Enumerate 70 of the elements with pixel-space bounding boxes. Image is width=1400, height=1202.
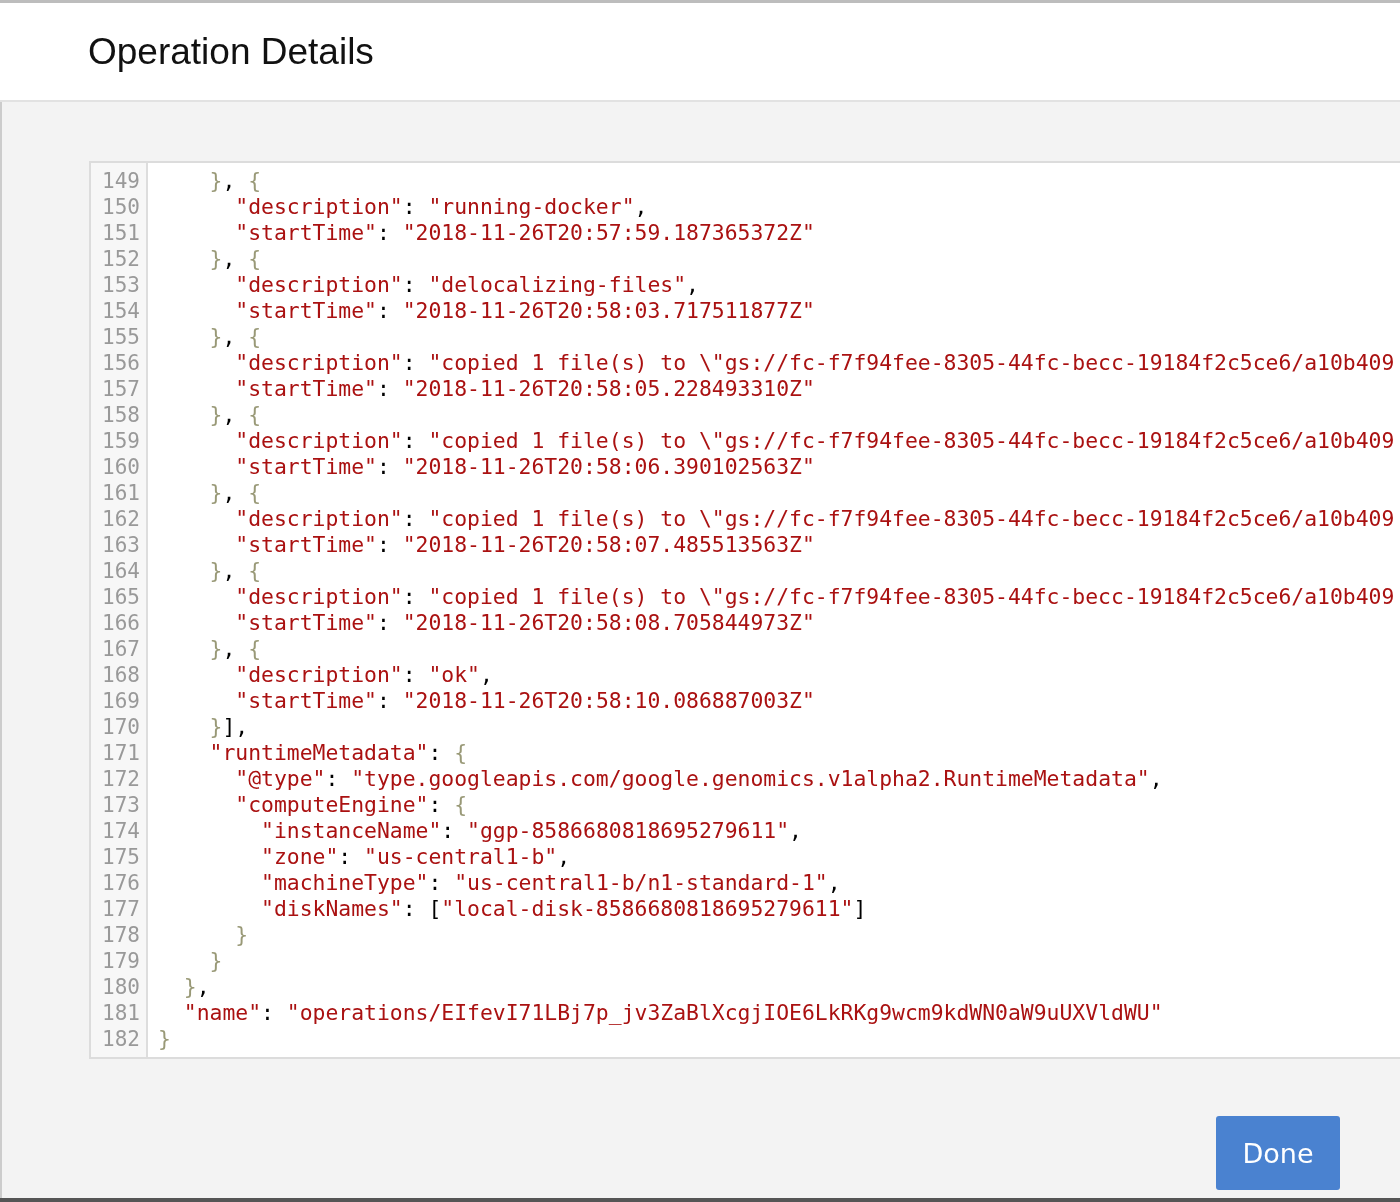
code-line: }: [234, 922, 250, 948]
code-line: }: [158, 1026, 172, 1052]
code-line: "startTime": "2018-11-26T20:58:05.228493310Z": [234, 376, 816, 402]
line-number: 157: [101, 376, 141, 402]
line-number: 167: [101, 636, 141, 662]
line-number: 166: [101, 610, 141, 636]
code-line: "description": "running-docker",: [234, 194, 649, 220]
code-line: "startTime": "2018-11-26T20:58:06.390102563Z": [234, 454, 816, 480]
line-number: 179: [101, 948, 141, 974]
line-number: 155: [101, 324, 141, 350]
code-line: }, {: [208, 480, 263, 506]
code-line: }, {: [208, 324, 263, 350]
line-number: 172: [101, 766, 141, 792]
line-number: 180: [101, 974, 141, 1000]
code-line: "runtimeMetadata": {: [208, 740, 469, 766]
code-line: }: [208, 948, 224, 974]
line-number: 160: [101, 454, 141, 480]
code-line: "@type": "type.googleapis.com/google.genomics.v1alpha2.RuntimeMetadata",: [234, 766, 1164, 792]
line-number: 182: [101, 1026, 141, 1052]
line-number: 178: [101, 922, 141, 948]
code-line: "machineType": "us-central1-b/n1-standard-1",: [260, 870, 842, 896]
line-number: 169: [101, 688, 141, 714]
line-number: 153: [101, 272, 141, 298]
code-line: }, {: [208, 558, 263, 584]
line-number: 174: [101, 818, 141, 844]
code-line: "startTime": "2018-11-26T20:57:59.187365372Z": [234, 220, 816, 246]
code-line: "zone": "us-central1-b",: [260, 844, 572, 870]
code-line: "name": "operations/EIfevI71LBj7p_jv3ZaBlXcgjIOE6LkRKg9wcm9kdWN0aW9uUXVldWU": [182, 1000, 1164, 1026]
line-number: 170: [101, 714, 141, 740]
code-line: "startTime": "2018-11-26T20:58:10.086887003Z": [234, 688, 816, 714]
line-number: 173: [101, 792, 141, 818]
line-number: 151: [101, 220, 141, 246]
code-line: "startTime": "2018-11-26T20:58:07.485513563Z": [234, 532, 816, 558]
code-line: "description": "copied 1 file(s) to \"gs://fc-f7f94fee-8305-44fc-becc-19184f2c5ce6/a10b409: [234, 428, 1396, 454]
line-number: 164: [101, 558, 141, 584]
line-number: 181: [101, 1000, 141, 1026]
line-number: 158: [101, 402, 141, 428]
code-line: "computeEngine": {: [234, 792, 469, 818]
code-line: "description": "copied 1 file(s) to \"gs://fc-f7f94fee-8305-44fc-becc-19184f2c5ce6/a10b409: [234, 506, 1396, 532]
code-line: }, {: [208, 246, 263, 272]
code-line: }, {: [208, 636, 263, 662]
line-number: 152: [101, 246, 141, 272]
line-number: 150: [101, 194, 141, 220]
code-line: "startTime": "2018-11-26T20:58:08.705844973Z": [234, 610, 816, 636]
line-number: 177: [101, 896, 141, 922]
code-line: }],: [208, 714, 250, 740]
line-number: 163: [101, 532, 141, 558]
line-number: 171: [101, 740, 141, 766]
line-number: 165: [101, 584, 141, 610]
code-line: "description": "copied 1 file(s) to \"gs://fc-f7f94fee-8305-44fc-becc-19184f2c5ce6/a10b409: [234, 584, 1396, 610]
dialog-title: Operation Details: [88, 30, 374, 73]
code-line: "description": "delocalizing-files",: [234, 272, 700, 298]
line-number: 159: [101, 428, 141, 454]
line-number: 154: [101, 298, 141, 324]
code-line: "diskNames": ["local-disk-8586680818695279611"]: [260, 896, 868, 922]
done-button[interactable]: Done: [1216, 1116, 1340, 1190]
code-line: "instanceName": "ggp-8586680818695279611",: [260, 818, 803, 844]
code-line: },: [182, 974, 211, 1000]
code-line: }, {: [208, 402, 263, 428]
line-number: 168: [101, 662, 141, 688]
line-number: 161: [101, 480, 141, 506]
line-number: 156: [101, 350, 141, 376]
line-number: 149: [101, 168, 141, 194]
line-number: 162: [101, 506, 141, 532]
code-line: "description": "copied 1 file(s) to \"gs://fc-f7f94fee-8305-44fc-becc-19184f2c5ce6/a10b409: [234, 350, 1396, 376]
line-number: 175: [101, 844, 141, 870]
code-line: }, {: [208, 168, 263, 194]
code-line: "description": "ok",: [234, 662, 494, 688]
line-number: 176: [101, 870, 141, 896]
code-line: "startTime": "2018-11-26T20:58:03.717511877Z": [234, 298, 816, 324]
